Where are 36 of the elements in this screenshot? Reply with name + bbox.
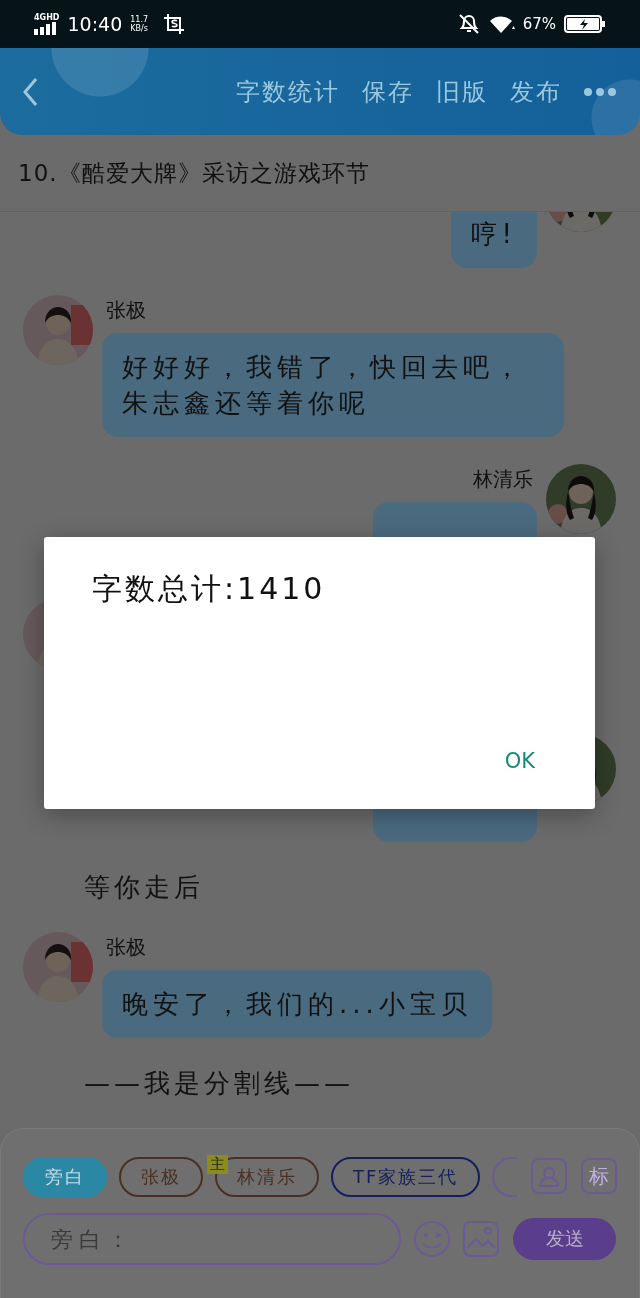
person-icon xyxy=(538,1165,560,1187)
send-button[interactable]: 发送 xyxy=(513,1218,616,1260)
speed-unit: KB/s xyxy=(130,24,148,33)
speaker-name: 张极 xyxy=(105,934,147,961)
speaker-name: 林清乐 xyxy=(472,466,534,493)
main-badge: 主 xyxy=(207,1155,228,1174)
clock: 10:40 xyxy=(67,13,123,35)
dialog-message: 字数总计:1410 xyxy=(92,570,326,608)
speed-value: 11.7 xyxy=(130,15,149,24)
speaker-name: 张极 xyxy=(105,297,147,324)
signal-icon xyxy=(34,22,56,35)
wifi-icon xyxy=(489,15,515,33)
battery-level: 67% xyxy=(522,15,556,33)
chat-bubble: 晚安了，我们的...小宝贝 xyxy=(102,970,492,1038)
network-type: 4GHD xyxy=(34,13,60,22)
image-icon[interactable] xyxy=(463,1221,499,1257)
chat-bubble: 哼! xyxy=(450,212,537,268)
crop-icon xyxy=(164,14,185,34)
narration-text: ——我是分割线—— xyxy=(83,1067,355,1100)
header-action[interactable]: 旧版 xyxy=(436,75,488,108)
battery-icon xyxy=(564,15,606,33)
header-action[interactable]: 字数统计 xyxy=(236,75,340,108)
ok-button[interactable]: OK xyxy=(504,749,535,773)
emoji-icon[interactable] xyxy=(413,1220,451,1258)
role-chip[interactable]: TF家族三代 xyxy=(331,1157,481,1197)
more-icon[interactable] xyxy=(584,87,616,96)
tag-button[interactable]: 标 xyxy=(581,1158,617,1194)
chat-bubble: 好好好，我错了，快回去吧，朱志鑫还等着你呢 xyxy=(102,333,564,437)
role-chip[interactable]: 张极 xyxy=(119,1157,203,1197)
person-button[interactable] xyxy=(531,1158,567,1194)
narration-text: 等你走后 xyxy=(83,871,205,904)
header-action[interactable]: 保存 xyxy=(362,75,414,108)
header-action[interactable]: 发布 xyxy=(510,75,562,108)
muted-bell-icon xyxy=(457,13,480,35)
back-icon[interactable] xyxy=(22,76,38,107)
role-chip[interactable]: 旁白 xyxy=(23,1157,107,1197)
